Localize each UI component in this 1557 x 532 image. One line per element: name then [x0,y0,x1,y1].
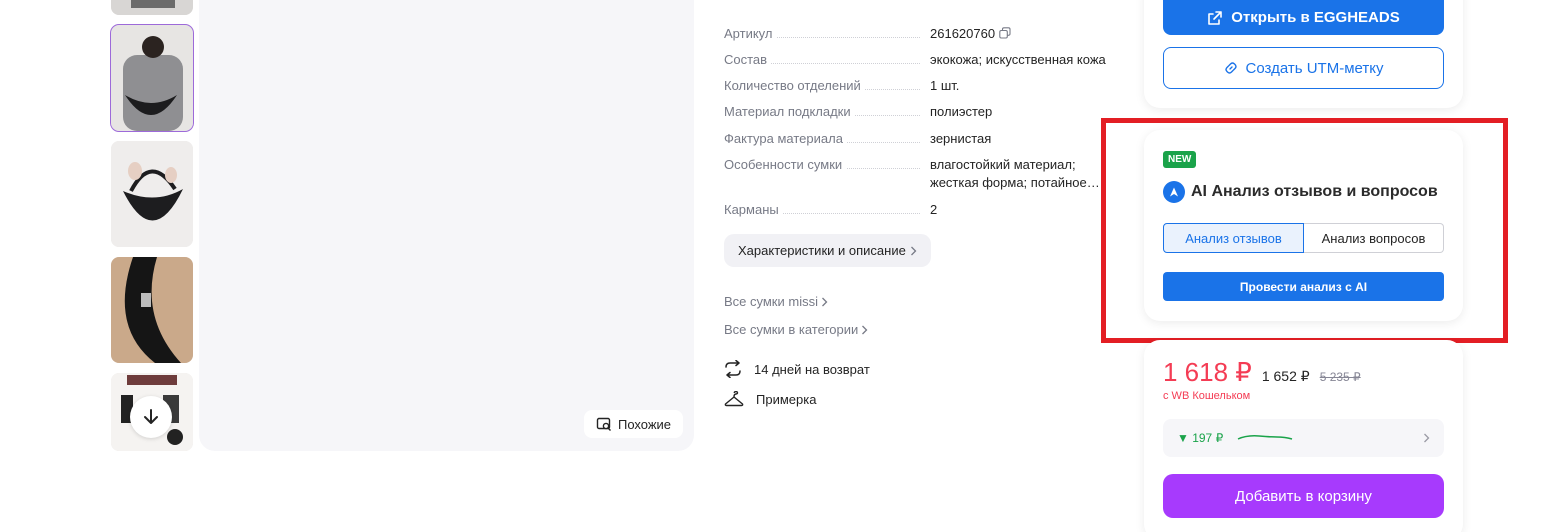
link-category-bags[interactable]: Все сумки в категории [724,322,868,337]
spec-label: Количество отделений [724,77,865,95]
add-to-cart-button[interactable]: Добавить в корзину [1163,474,1444,518]
feature-label: 14 дней на возврат [754,361,870,377]
chevron-right-icon [822,297,828,306]
old-price: 5 235 ₽ [1319,370,1361,384]
spec-label: Материал подкладки [724,103,855,121]
details-chip-label: Характеристики и описание [738,243,906,258]
chevron-right-icon [1424,433,1430,443]
current-price: 1 618 ₽ [1163,357,1252,387]
thumbnail-4[interactable] [111,257,193,363]
spec-label: Фактура материала [724,130,847,148]
spec-label: Карманы [724,201,783,219]
thumbnail-1[interactable] [111,0,193,15]
thumbnail-3[interactable] [111,141,193,247]
open-egg-button[interactable]: Открыть в EGGHEADS [1163,0,1444,35]
create-utm-label: Создать UTM-метку [1245,59,1384,77]
arrow-down-icon [144,409,158,424]
spec-value: 2 [930,202,938,217]
create-utm-button[interactable]: Создать UTM-метку [1163,47,1444,89]
price-delta: ▼ 197 ₽ [1177,431,1224,445]
alt-price: 1 652 ₽ [1261,368,1310,384]
price-trend-sparkline-icon [1237,435,1293,440]
feature-fitting: Примерка [724,391,816,407]
scroll-down-button[interactable] [130,396,172,438]
spec-label: Состав [724,51,772,69]
link-icon [1224,62,1237,74]
open-egg-label: Открыть в EGGHEADS [1231,9,1400,26]
spec-value: полиэстер [930,104,993,119]
spec-value: 1 шт. [930,78,960,93]
image-search-icon [596,417,611,431]
price-block: 1 618 ₽ 1 652 ₽ 5 235 ₽ [1163,357,1361,388]
wallet-note: с WB Кошельком [1163,390,1251,402]
spec-value: 261620760 [930,25,1110,43]
spec-label: Особенности сумки [724,156,847,174]
hanger-icon [724,391,744,407]
spec-value: экокожа; искусственная кожа [930,52,1106,67]
main-product-image[interactable] [199,0,694,451]
link-label: Все сумки в категории [724,322,859,337]
thumbnail-2[interactable] [110,24,194,132]
link-label: Все сумки missi [724,294,818,309]
spec-label: Артикул [724,25,777,43]
price-history-button[interactable]: ▼ 197 ₽ [1163,419,1444,457]
highlight-frame [1101,118,1508,343]
return-arrows-icon [725,360,741,378]
details-chip[interactable]: Характеристики и описание [724,234,931,267]
chevron-right-icon [910,246,917,255]
similar-label: Похожие [617,416,672,432]
feature-label: Примерка [756,391,817,407]
similar-button[interactable]: Похожие [584,410,683,438]
feature-return: 14 дней на возврат [724,360,870,378]
external-link-icon [1208,10,1223,25]
spec-value: влагостойкий материал; жесткая форма; по… [930,157,1100,190]
spec-value: зернистая [930,131,992,146]
link-brand-bags[interactable]: Все сумки missi [724,294,828,309]
chevron-right-icon [862,325,868,334]
copy-icon[interactable] [999,27,1011,39]
